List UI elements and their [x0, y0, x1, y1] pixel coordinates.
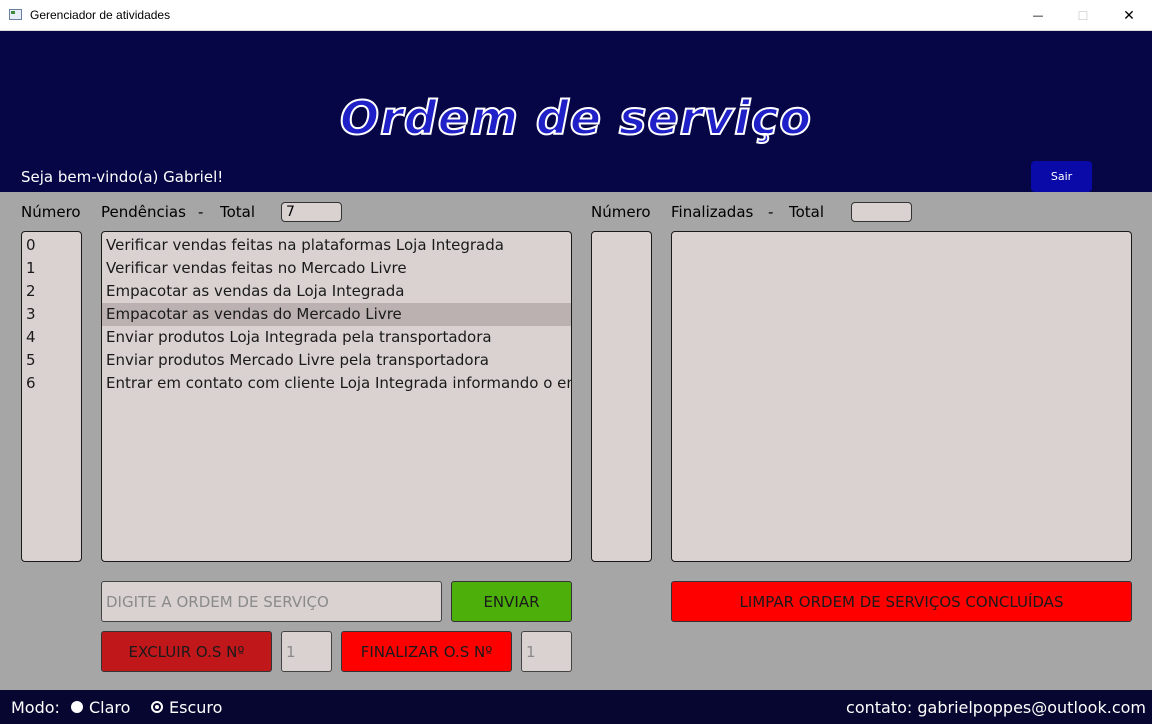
finished-title-label: Finalizadas: [671, 203, 754, 221]
pending-list-item[interactable]: Empacotar as vendas do Mercado Livre: [102, 303, 571, 326]
maximize-button[interactable]: ☐: [1060, 0, 1106, 31]
finished-total-label: Total: [789, 203, 825, 221]
minimize-button[interactable]: —: [1015, 0, 1061, 31]
contact-email: contato: gabrielpoppes@outlook.com: [846, 698, 1146, 717]
close-icon: ✕: [1123, 7, 1135, 24]
pending-list-item[interactable]: Entrar em contato com cliente Loja Integ…: [102, 372, 571, 395]
pending-number-item[interactable]: 1: [22, 257, 81, 280]
pending-title-label: Pendências: [101, 203, 186, 221]
maximize-icon: ☐: [1077, 8, 1089, 23]
pending-number-label: Número: [21, 203, 81, 221]
pending-number-item[interactable]: 4: [22, 326, 81, 349]
finish-order-number-field[interactable]: 1: [521, 631, 572, 672]
finished-number-list[interactable]: [591, 231, 652, 562]
finish-order-number-value: 1: [526, 642, 536, 661]
clear-finished-button[interactable]: LIMPAR ORDEM DE SERVIÇOS CONCLUÍDAS: [671, 581, 1132, 622]
finished-number-label: Número: [591, 203, 651, 221]
pending-number-item[interactable]: 0: [22, 234, 81, 257]
delete-order-number-field[interactable]: 1: [281, 631, 332, 672]
welcome-message: Seja bem-vindo(a) Gabriel!: [21, 168, 224, 186]
send-button[interactable]: ENVIAR: [451, 581, 572, 622]
pending-list-item[interactable]: Enviar produtos Mercado Livre pela trans…: [102, 349, 571, 372]
window-title: Gerenciador de atividades: [30, 8, 171, 22]
finish-order-button[interactable]: FINALIZAR O.S Nº: [341, 631, 512, 672]
close-button[interactable]: ✕: [1106, 0, 1152, 31]
finished-items-list[interactable]: [671, 231, 1132, 562]
pending-list-item[interactable]: Empacotar as vendas da Loja Integrada: [102, 280, 571, 303]
order-input[interactable]: DIGITE A ORDEM DE SERVIÇO: [101, 581, 442, 622]
finished-dash: -: [768, 203, 774, 221]
mode-dark-radio[interactable]: [151, 701, 163, 713]
pending-list-item[interactable]: Enviar produtos Loja Integrada pela tran…: [102, 326, 571, 349]
window-titlebar: Gerenciador de atividades — ☐ ✕: [0, 0, 1152, 31]
pending-dash: -: [198, 203, 204, 221]
minimize-icon: —: [1032, 9, 1044, 22]
app-window-icon: [9, 9, 22, 20]
pending-number-item[interactable]: 6: [22, 372, 81, 395]
order-input-placeholder: DIGITE A ORDEM DE SERVIÇO: [106, 592, 329, 611]
mode-dark-label[interactable]: Escuro: [169, 698, 222, 717]
delete-order-number-value: 1: [286, 642, 296, 661]
logout-button[interactable]: Sair: [1031, 161, 1092, 192]
pending-list-item[interactable]: Verificar vendas feitas no Mercado Livre: [102, 257, 571, 280]
mode-label: Modo:: [11, 698, 60, 717]
pending-total-label: Total: [220, 203, 256, 221]
pending-number-item[interactable]: 3: [22, 303, 81, 326]
app-footer: Modo: Claro Escuro contato: gabrielpoppe…: [0, 690, 1152, 724]
pending-number-item[interactable]: 5: [22, 349, 81, 372]
finished-total-field[interactable]: [851, 202, 912, 222]
pending-number-list[interactable]: 0123456: [21, 231, 82, 562]
mode-light-radio[interactable]: [71, 701, 83, 713]
app-header: Ordem de serviço Seja bem-vindo(a) Gabri…: [0, 31, 1152, 192]
pending-items-list[interactable]: Verificar vendas feitas na plataformas L…: [101, 231, 572, 562]
mode-light-label[interactable]: Claro: [89, 698, 130, 717]
pending-list-item[interactable]: Verificar vendas feitas na plataformas L…: [102, 234, 571, 257]
page-title: Ordem de serviço: [339, 90, 812, 146]
delete-order-button[interactable]: EXCLUIR O.S Nº: [101, 631, 272, 672]
pending-total-field[interactable]: 7: [281, 202, 342, 222]
pending-number-item[interactable]: 2: [22, 280, 81, 303]
